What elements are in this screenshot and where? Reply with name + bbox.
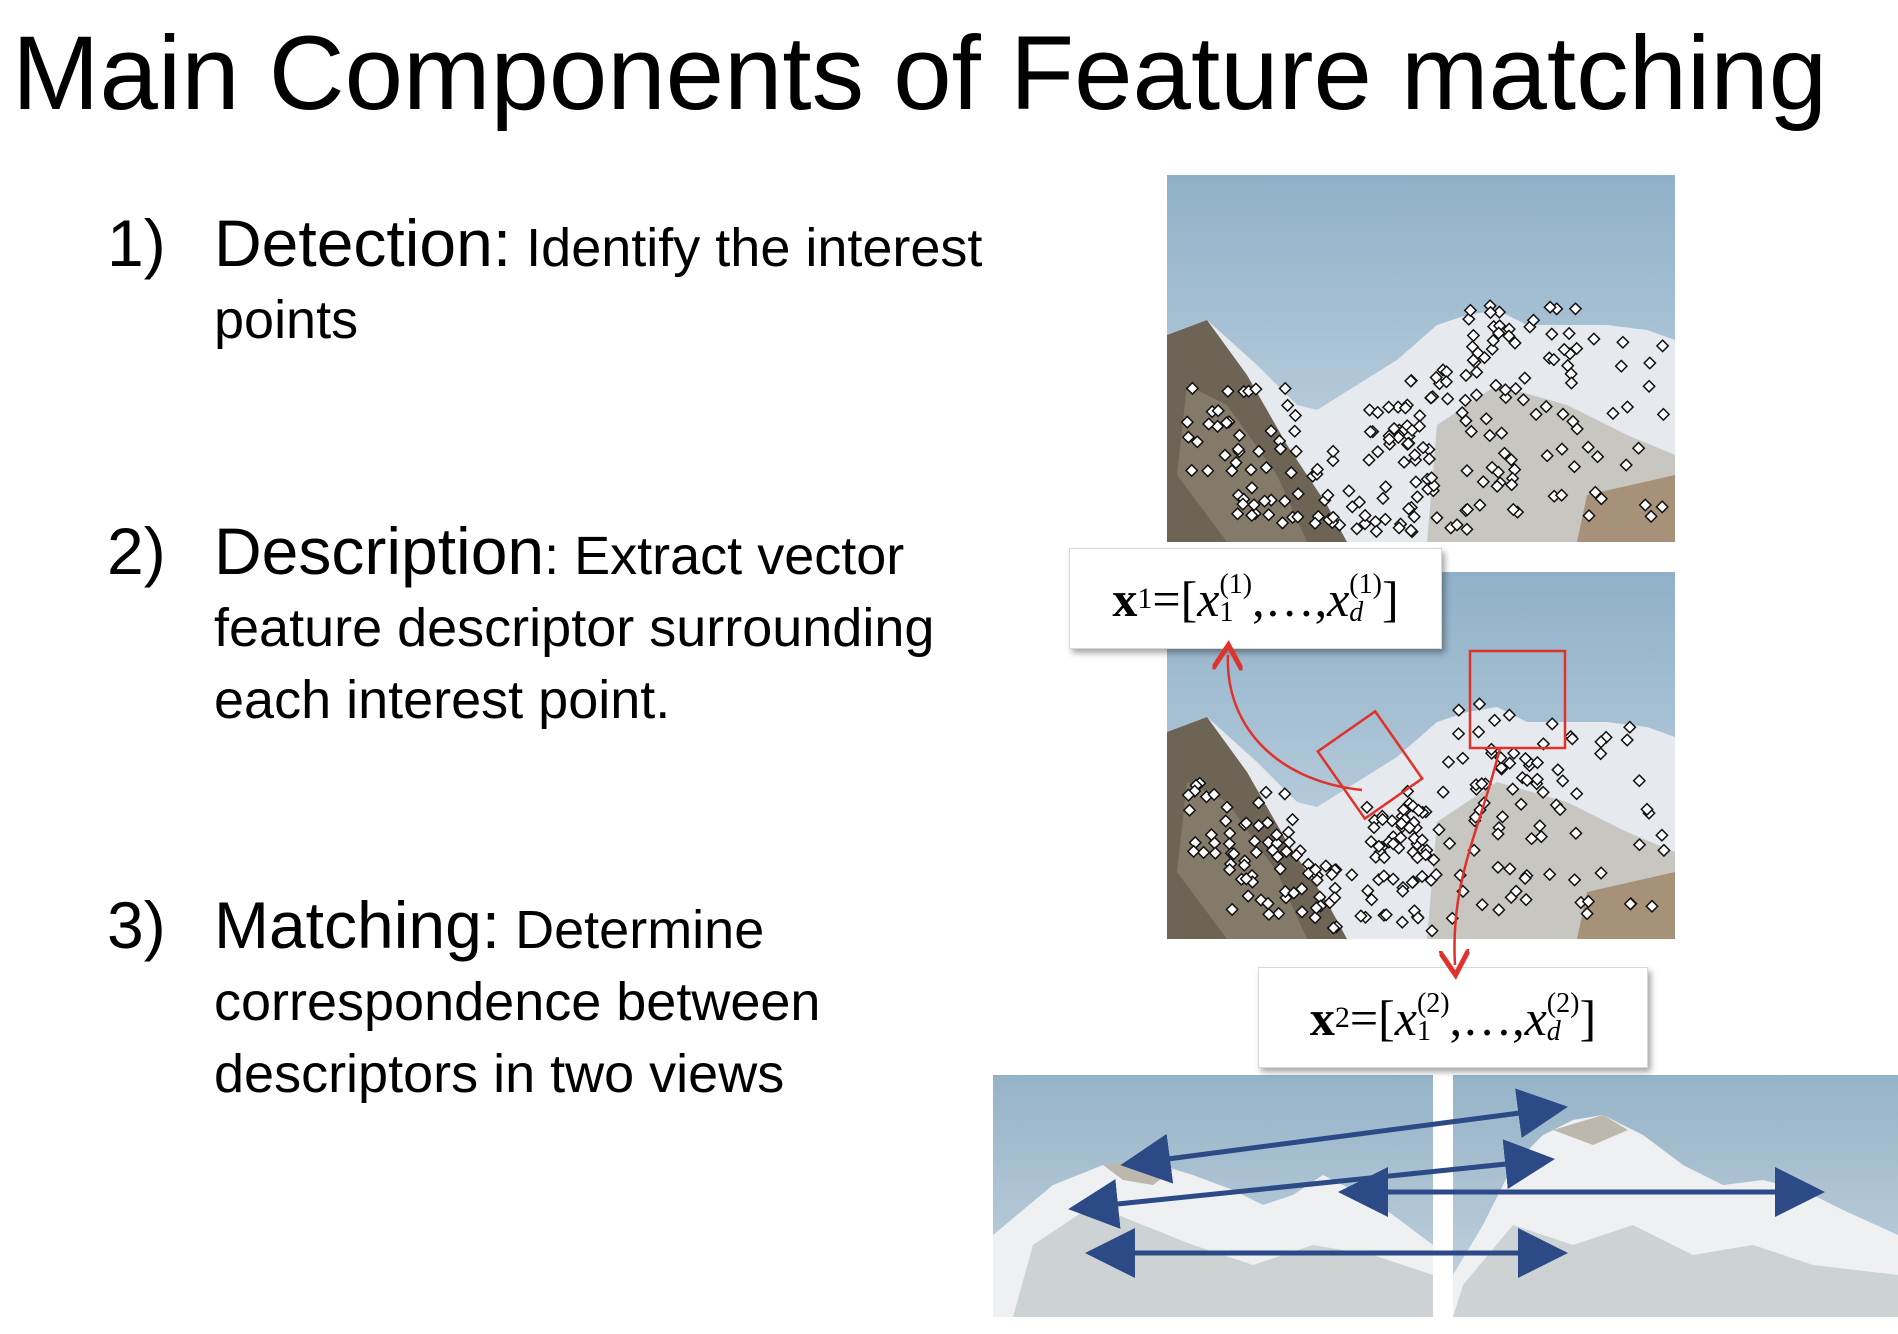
step-body: Matching: Determine correspondence betwe… <box>214 888 934 1110</box>
formula-dots: ,…, <box>1449 989 1525 1046</box>
formula-var: x <box>1112 570 1138 627</box>
mountain-image-detection <box>1167 175 1675 542</box>
descriptor-formula-x2: x2 =[x (2) 1,…, x (2) d] <box>1258 967 1648 1068</box>
formula-eq: =[ <box>1349 989 1395 1046</box>
step-number: 1) <box>107 206 166 280</box>
formula-index: 1 <box>1137 581 1153 615</box>
formula-var: x <box>1309 989 1335 1046</box>
formula-index: 2 <box>1334 1000 1350 1034</box>
step-text-inline: : Extract vector <box>544 526 905 586</box>
formula-last-scripts: (2) d <box>1546 987 1580 1047</box>
mountain-view-right <box>1453 1075 1898 1317</box>
step-body: Detection: Identify the interest points <box>214 206 1064 356</box>
step-matching: 3) Matching: Determine correspondence be… <box>107 888 934 1110</box>
slide-title: Main Components of Feature matching <box>12 15 1828 132</box>
step-description: 2) Description: Extract vector feature d… <box>107 514 1044 736</box>
formula-first-sub: 1 <box>1219 596 1234 628</box>
step-heading: Description <box>214 514 545 588</box>
formula-last-sup: (1) <box>1349 568 1382 600</box>
step-heading: Detection: <box>214 206 512 280</box>
formula-last: x <box>1327 570 1350 627</box>
formula-first-sup: (1) <box>1219 568 1253 600</box>
formula-last-sub: d <box>1349 596 1364 628</box>
formula-last-sub: d <box>1546 1015 1561 1047</box>
mountain-view-left <box>993 1075 1433 1317</box>
formula-first: x <box>1394 989 1417 1046</box>
step-text-rest: correspondence between descriptors in tw… <box>214 972 821 1104</box>
descriptor-formula-x1: x1 =[x (1) 1,…, x (1) d] <box>1069 548 1442 649</box>
step-text-inline: Identify the interest <box>511 218 983 278</box>
formula-close: ] <box>1381 570 1399 627</box>
formula-dots: ,…, <box>1252 570 1328 627</box>
step-detection: 1) Detection: Identify the interest poin… <box>107 206 1064 356</box>
step-text-rest: feature descriptor surrounding each inte… <box>214 598 935 730</box>
formula-eq: =[ <box>1152 570 1198 627</box>
formula-close: ] <box>1579 989 1597 1046</box>
step-number: 3) <box>107 888 166 962</box>
formula-last-scripts: (1) d <box>1349 568 1382 628</box>
formula-last-sup: (2) <box>1546 987 1580 1019</box>
formula-first-sup: (2) <box>1416 987 1450 1019</box>
formula-last: x <box>1524 989 1547 1046</box>
step-text-inline: Determine <box>500 900 765 960</box>
step-text-rest: points <box>214 290 359 350</box>
step-body: Description: Extract vector feature desc… <box>214 514 1044 736</box>
step-number: 2) <box>107 514 166 588</box>
formula-first-scripts: (1) 1 <box>1219 568 1253 628</box>
step-heading: Matching: <box>214 888 501 962</box>
formula-first-scripts: (2) 1 <box>1416 987 1450 1047</box>
formula-first: x <box>1197 570 1220 627</box>
formula-first-sub: 1 <box>1416 1015 1431 1047</box>
